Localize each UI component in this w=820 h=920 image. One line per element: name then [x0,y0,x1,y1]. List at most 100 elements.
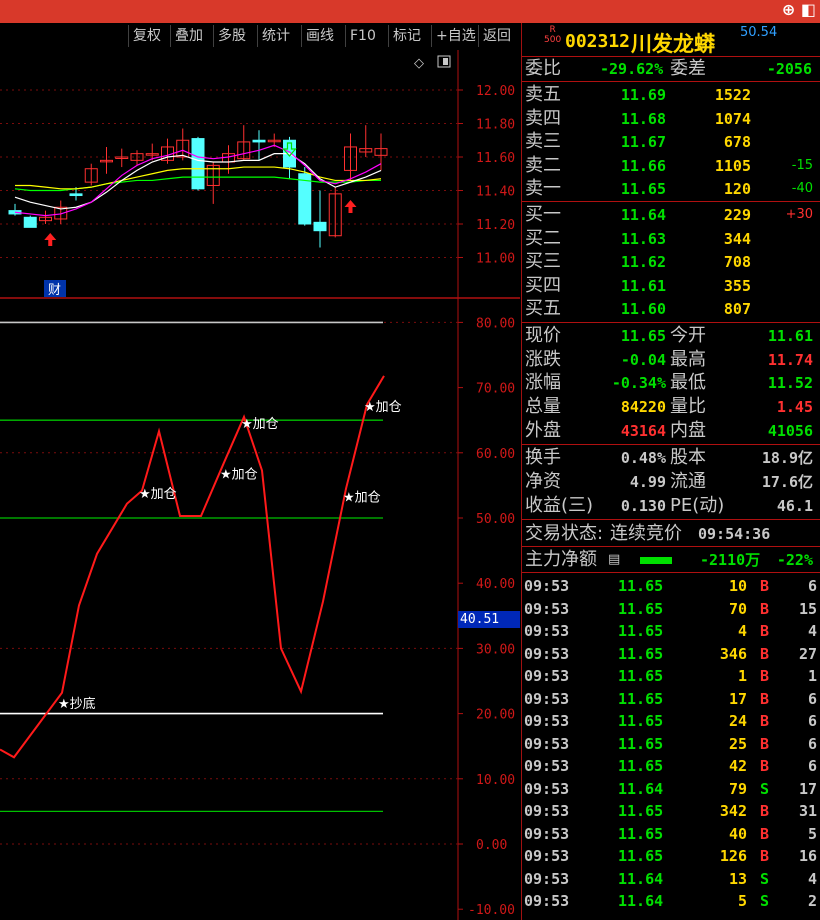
level-volume: 229 [723,206,751,224]
quote-value: 11.65 [620,327,666,345]
tick-volume: 79 [728,779,747,798]
quote-label: 最低 [670,372,706,394]
tick-price: 11.65 [618,802,664,820]
kline-y-label: 12.00 [476,84,515,99]
fundamental-value: 0.48% [620,449,666,467]
tick-volume: 42 [728,757,747,775]
quote-label: 量比 [670,396,706,418]
tick-time: 09:53 [524,667,570,685]
quote-row: 现价 11.65 今开 11.61 [522,325,820,347]
toolbar-button-fanhui[interactable]: 返回 [478,25,515,47]
main-flow-row[interactable]: 主力净额 ▤ -2110万 -22% [522,549,820,571]
tick-price: 11.64 [618,869,664,888]
bid-row[interactable]: 买一 11.64 229 +30 [522,204,820,226]
ask-row[interactable]: 卖五 11.69 1522 [522,84,820,106]
level-label: 卖三 [525,131,561,153]
quote-row: 总量 84220 量比 1.45 [522,396,820,418]
chart-area[interactable]: ◇ 12.00 11.80 11.60 11.40 11.20 11.00 财 80.00 70.… [0,50,520,920]
tick-time: 09:53 [524,869,570,888]
ask-row[interactable]: 卖三 11.67 678 [522,131,820,153]
toolbar-button-diejia[interactable]: 叠加 [170,25,207,47]
tick-volume: 25 [728,734,747,753]
ask-row[interactable]: 卖四 11.68 1074 [522,108,820,130]
level-price: 11.60 [620,300,666,319]
toolbar-button-duogu[interactable]: 多股 [213,25,250,47]
level-change: -15 [791,157,813,173]
divider [522,519,820,520]
tick-side: S [760,779,770,798]
divider [522,444,820,445]
tick-side: B [760,599,770,618]
tick-volume: 10 [728,577,747,595]
kline-y-label: 11.40 [476,185,515,200]
tick-side: B [760,689,770,708]
tick-time: 09:53 [524,734,570,753]
tick-side: B [760,802,770,820]
tick-count: 6 [807,757,817,775]
tick-side: B [760,644,770,663]
tick-time: 09:53 [524,757,570,775]
ask-row[interactable]: 卖一 11.65 120 -40 [522,178,820,200]
indicator-signal-label: ★加仓 [241,417,279,432]
quote-value: -0.04 [620,350,666,369]
level-label: 卖一 [525,178,561,200]
toolbar-button-tongji[interactable]: 统计 [257,25,294,47]
toolbar-button-f10[interactable]: F10 [345,25,380,47]
quote-value: 43164 [620,421,666,440]
kline-and-indicator-chart[interactable]: ◇ 12.00 11.80 11.60 11.40 11.20 11.00 财 80.00 70.… [0,50,520,920]
quote-value: 41056 [767,421,813,440]
quote-label: 现价 [525,325,561,346]
bid-row[interactable]: 买五 11.60 807 [522,298,820,320]
trade-status-row: 交易状态: 连续竞价 09:54:36 [522,523,820,545]
diamond-icon: ◇ [414,56,424,71]
fundamental-value: 17.6亿 [761,473,813,491]
fundamental-label: 收益(三) [525,495,594,516]
toolbar-button-zixuan[interactable]: +自选 [431,25,480,47]
tick-volume: 1 [737,667,747,685]
indicator-y-label: 20.00 [476,708,515,723]
level-price: 11.64 [620,206,666,224]
fundamental-label: 流通 [670,471,706,492]
toolbar-button-fuquan[interactable]: 复权 [128,25,165,47]
tick-count: 5 [807,824,817,843]
stock-code: 002312 [565,31,631,52]
tick-row: 09:53 11.65 126 B 16 [522,845,820,868]
tick-count: 27 [798,644,817,663]
level-label: 买四 [525,274,561,296]
tick-price: 11.64 [618,779,664,798]
bid-row[interactable]: 买二 11.63 344 [522,228,820,250]
tick-price: 11.64 [618,892,664,910]
cai-label: 财 [48,283,61,298]
bid-row[interactable]: 买三 11.62 708 [522,251,820,273]
fundamental-row: 净资 4.99 流通 17.6亿 [522,471,820,493]
tick-price: 11.65 [618,577,664,595]
indicator-y-label: -10.00 [468,903,515,918]
bid-row[interactable]: 买四 11.61 355 [522,275,820,297]
tick-price: 11.65 [618,667,664,685]
ask-row[interactable]: 卖二 11.66 1105 -15 [522,155,820,177]
toolbar-button-biaoji[interactable]: 标记 [388,25,425,47]
candle-down [313,221,327,232]
tick-count: 2 [807,892,817,910]
window-controls-icon[interactable]: ⊕ ◧ [782,0,816,19]
tick-time: 09:53 [524,644,570,663]
toolbar-button-huaxian[interactable]: 画线 [301,25,338,47]
fundamental-label: PE(动) [670,495,725,516]
tick-price: 11.65 [618,689,664,708]
quote-panel: R 500 002312 川发龙蟒 50.54 委比 -29.62% 委差 -2… [521,23,820,920]
kline-y-label: 11.00 [476,252,515,267]
list-icon[interactable]: ▤ [608,549,620,571]
stock-name: 川发龙蟒 [631,32,715,56]
tick-price: 11.65 [618,622,664,640]
fundamental-label: 净资 [525,471,561,492]
tick-volume: 126 [719,847,747,865]
weicha-value: -2056 [766,60,812,78]
candle-down [252,139,266,143]
indicator-y-label: 50.00 [476,512,515,527]
chart-toolbar: 复权 叠加 多股 统计 画线 F10 标记 +自选 返回 [0,23,520,49]
tick-price: 11.65 [618,644,664,663]
tick-price: 11.65 [618,824,664,843]
divider [522,201,820,202]
level-price: 11.63 [620,229,666,248]
level-label: 卖五 [525,84,561,105]
